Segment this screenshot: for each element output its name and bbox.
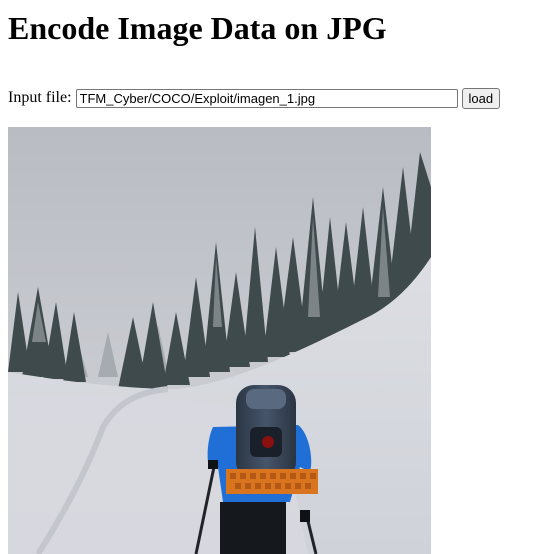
page-title: Encode Image Data on JPG: [8, 10, 387, 46]
load-button[interactable]: load: [461, 87, 501, 109]
snow-scene-image: [8, 127, 431, 554]
loaded-image: [8, 127, 431, 554]
input-file-label: Input file:: [8, 89, 72, 106]
file-path-input[interactable]: [75, 88, 458, 108]
file-input-row: Input file: load: [8, 87, 501, 109]
